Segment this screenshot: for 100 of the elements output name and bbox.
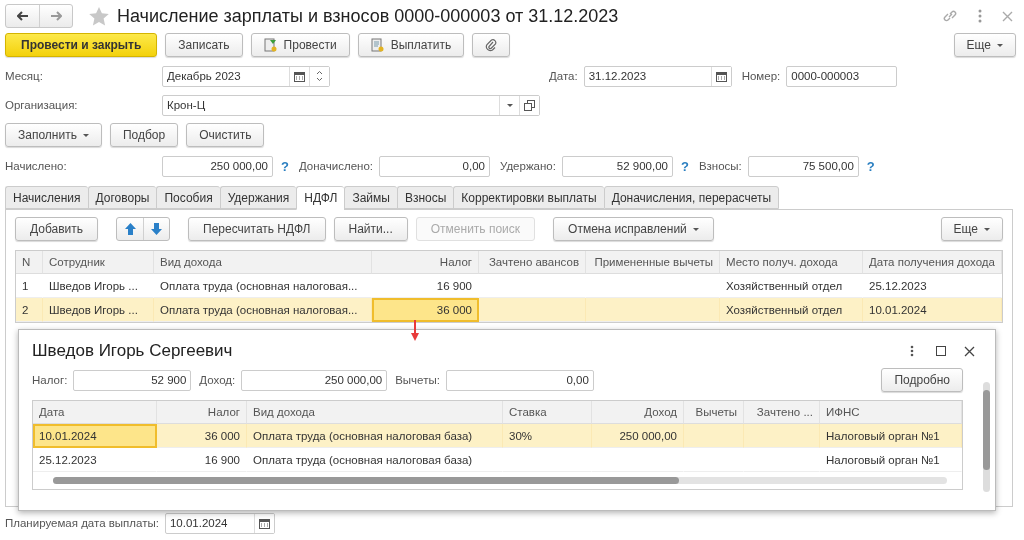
column-header[interactable]: N xyxy=(16,251,43,274)
open-button[interactable] xyxy=(519,95,539,115)
back-arrow-icon xyxy=(16,11,29,21)
field-label: Доход: xyxy=(199,374,236,386)
vertical-scrollbar[interactable] xyxy=(983,382,990,492)
table-cell[interactable]: 250 000,00 xyxy=(592,424,684,448)
tab[interactable]: Удержания xyxy=(219,186,297,209)
horizontal-scrollbar[interactable] xyxy=(53,477,947,484)
table-cell[interactable]: 10.01.2024 xyxy=(33,424,157,448)
column-header[interactable]: Ставка xyxy=(503,401,592,424)
help-icon[interactable]: ? xyxy=(680,158,689,174)
column-header[interactable]: Вид дохода xyxy=(154,251,372,274)
toolbar-button[interactable]: Пересчитать НДФЛ xyxy=(188,217,326,241)
table-cell[interactable] xyxy=(684,424,744,448)
help-icon[interactable]: ? xyxy=(866,158,875,174)
table-cell[interactable]: Хозяйственный отдел xyxy=(720,298,863,322)
month-field[interactable]: Декабрь 2023 xyxy=(162,65,330,87)
table-cell[interactable]: 30% xyxy=(503,424,592,448)
down-arrow-icon xyxy=(151,223,163,235)
calendar-button[interactable] xyxy=(253,513,274,533)
column-header[interactable]: Дата xyxy=(33,401,157,424)
field-label: Планируемая дата выплаты: xyxy=(5,517,159,529)
field-label: Налог: xyxy=(32,374,68,386)
up-arrow-icon xyxy=(124,223,136,235)
more-button[interactable]: Еще xyxy=(953,33,1016,57)
column-header[interactable]: Вычеты xyxy=(684,401,744,424)
amount-field[interactable]: 250 000,00 xyxy=(162,155,273,177)
document-icon xyxy=(370,38,385,52)
field-label: Доначислено: xyxy=(298,160,373,172)
table-cell[interactable] xyxy=(744,424,820,448)
column-header[interactable]: Налог xyxy=(372,251,479,274)
organization-field[interactable]: Крон-Ц xyxy=(162,94,540,116)
tab[interactable]: Доначисления, перерасчеты xyxy=(603,186,780,209)
tab[interactable]: Займы xyxy=(344,186,397,209)
table-cell[interactable]: Оплата труда (основная налоговая... xyxy=(154,298,372,322)
table-cell[interactable]: 10.01.2024 xyxy=(863,298,1002,322)
tab[interactable]: Корректировки выплаты xyxy=(453,186,604,209)
document-icon xyxy=(263,38,278,52)
forward-arrow-icon xyxy=(50,11,62,21)
field-label: Удержано: xyxy=(500,160,556,172)
field-label: Номер: xyxy=(741,70,781,82)
column-header[interactable]: Доход xyxy=(592,401,684,424)
tab[interactable]: НДФЛ xyxy=(296,186,345,210)
field-label: Вычеты: xyxy=(395,374,440,386)
command-button[interactable]: Записать xyxy=(165,33,243,57)
table-cell[interactable]: 36 000 xyxy=(372,298,479,322)
arrow-icon xyxy=(411,320,419,342)
tab[interactable]: Начисления xyxy=(5,186,88,209)
command-button[interactable]: Провести xyxy=(250,33,350,57)
table-cell[interactable]: 36 000 xyxy=(157,424,247,448)
column-header[interactable]: Зачтено авансов xyxy=(479,251,586,274)
field-label: Взносы: xyxy=(698,160,742,172)
attach-button[interactable] xyxy=(472,33,511,57)
spin-button[interactable] xyxy=(309,66,329,86)
amount-field[interactable]: 52 900 xyxy=(73,369,192,391)
table-cell[interactable]: Шведов Игорь ... xyxy=(43,298,154,322)
date-field[interactable]: 31.12.2023 xyxy=(583,65,732,87)
number-field[interactable]: 0000-000003 xyxy=(786,65,898,87)
amount-field[interactable]: 0,00 xyxy=(445,369,594,391)
action-button[interactable]: Очистить xyxy=(186,123,265,147)
amount-field[interactable]: 75 500,00 xyxy=(747,155,859,177)
column-header[interactable]: Зачтено ... xyxy=(744,401,820,424)
column-header[interactable]: Сотрудник xyxy=(43,251,154,274)
tab[interactable]: Договоры xyxy=(87,186,157,209)
amount-field[interactable]: 250 000,00 xyxy=(241,369,388,391)
field-label: Начислено: xyxy=(5,160,68,172)
column-header[interactable]: Примененные вычеты xyxy=(586,251,720,274)
calendar-button[interactable] xyxy=(710,66,731,86)
amount-field[interactable]: 0,00 xyxy=(379,155,490,177)
more-button[interactable]: Еще xyxy=(940,217,1003,241)
up-down-icon xyxy=(316,70,323,82)
command-button[interactable]: Выплатить xyxy=(357,33,465,57)
column-header[interactable]: Налог xyxy=(157,401,247,424)
table-cell[interactable]: 2 xyxy=(16,298,43,322)
calendar-icon xyxy=(715,70,727,82)
action-button[interactable]: Подбор xyxy=(109,123,179,147)
table-cell[interactable] xyxy=(479,298,586,322)
toolbar-button[interactable]: Отмена исправлений xyxy=(553,217,714,241)
column-header[interactable]: Место получ. дохода xyxy=(720,251,863,274)
table-cell[interactable]: Налоговый орган №1 xyxy=(820,424,962,448)
tab[interactable]: Взносы xyxy=(396,186,454,209)
tab[interactable]: Пособия xyxy=(156,186,220,209)
star-icon[interactable] xyxy=(89,6,109,26)
paperclip-icon xyxy=(485,38,498,52)
amount-field[interactable]: 52 900,00 xyxy=(561,155,673,177)
details-button[interactable]: Подробно xyxy=(881,368,963,392)
payment-date-field[interactable]: 10.01.2024 xyxy=(164,512,275,534)
copy-icon xyxy=(524,99,535,111)
table-cell[interactable]: Оплата труда (основная налоговая база) xyxy=(247,424,503,448)
column-header[interactable]: ИФНС xyxy=(820,401,962,424)
action-button[interactable]: Заполнить xyxy=(5,123,102,147)
command-button[interactable]: Провести и закрыть xyxy=(5,33,158,57)
help-icon[interactable]: ? xyxy=(281,158,289,174)
column-header[interactable]: Вид дохода xyxy=(247,401,503,424)
toolbar-button[interactable]: Найти... xyxy=(333,217,408,241)
dialog-title: Шведов Игорь Сергеевич xyxy=(32,341,233,361)
table-cell[interactable] xyxy=(586,298,720,322)
toolbar-button[interactable]: Добавить xyxy=(15,217,99,241)
field-label: Организация: xyxy=(5,99,79,111)
column-header[interactable]: Дата получения дохода xyxy=(863,251,1002,274)
